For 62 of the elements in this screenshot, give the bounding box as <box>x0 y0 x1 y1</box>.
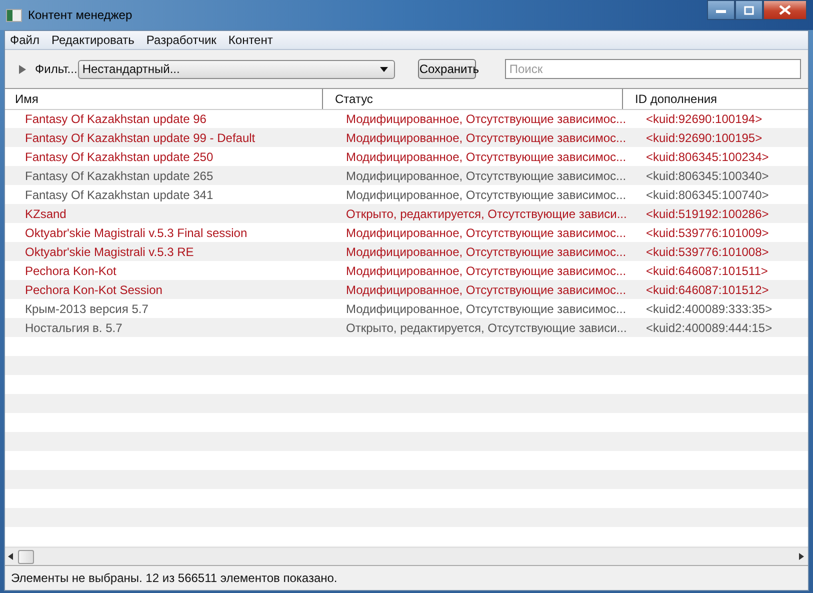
table-cell-text: Модифицированное, Отсутствующие зависимос... <box>345 149 625 166</box>
table-cell-text: KZsand <box>24 206 68 223</box>
horizontal-scrollbar[interactable] <box>5 547 808 565</box>
table-cell-text: Fantasy Of Kazakhstan update 99 - Default <box>24 130 256 147</box>
table-cell-text: Открыто, редактируется, Отсутствующие зависи... <box>345 320 625 337</box>
window-icon <box>6 8 22 22</box>
table-cell-text: Fantasy Of Kazakhstan update 96 <box>24 111 208 128</box>
filter-dropdown[interactable]: Нестандартный... <box>78 60 396 78</box>
minimize-button[interactable] <box>707 0 735 20</box>
scroll-thumb[interactable] <box>18 550 34 564</box>
column-header[interactable]: Статус <box>323 89 623 109</box>
close-button[interactable] <box>763 0 807 20</box>
table-cell-text: Модифицированное, Отсутствующие зависимос... <box>345 187 625 204</box>
table-cell-text: Модифицированное, Отсутствующие зависимос... <box>345 282 625 299</box>
table-cell-text: <kuid2:400089:333:35> <box>645 301 772 318</box>
table-cell-text: Модифицированное, Отсутствующие зависимос... <box>345 244 625 261</box>
table-cell-text: Модифицированное, Отсутствующие зависимос... <box>345 168 625 185</box>
table-cell-text: Модифицированное, Отсутствующие зависимос... <box>345 111 625 128</box>
table-cell-text: <kuid2:400089:444:15> <box>645 320 772 337</box>
scroll-left-icon[interactable] <box>8 553 14 560</box>
menu-item[interactable]: Редактировать <box>46 33 142 47</box>
table-cell-text: <kuid:806345:100234> <box>645 149 769 166</box>
window-title: Контент менеджер <box>28 8 134 22</box>
search-field[interactable]: Поиск <box>505 59 802 79</box>
maximize-icon <box>744 6 754 14</box>
table-cell-text: Модифицированное, Отсутствующие зависимос... <box>345 263 625 280</box>
table-cell-text: Открыто, редактируется, Отсутствующие зависи... <box>345 206 625 223</box>
table-cell-text: <kuid:806345:100740> <box>645 187 769 204</box>
menu-item[interactable]: Разработчик <box>141 33 224 47</box>
maximize-button[interactable] <box>735 0 763 20</box>
table-cell-text: <kuid:646087:101512> <box>645 282 769 299</box>
close-icon <box>779 5 791 15</box>
column-header[interactable]: Имя <box>5 89 323 109</box>
table-cell-text: <kuid:806345:100340> <box>645 168 769 185</box>
status-text: Элементы не выбраны. 12 из 566511 элементов показано. <box>5 565 808 590</box>
table-cell-text: Oktyabr'skie Magistrali v.5.3 Final session <box>24 225 248 242</box>
table-cell-text: <kuid:519192:100286> <box>645 206 769 223</box>
table-cell-text: Крым-2013 версия 5.7 <box>24 301 150 318</box>
caret-icon <box>380 66 388 72</box>
minimize-icon <box>716 7 726 13</box>
save-button[interactable]: Сохранить <box>418 59 476 79</box>
table-cell-text: <kuid:539776:101008> <box>645 244 769 261</box>
table-cell-text: <kuid:92690:100195> <box>645 130 762 147</box>
menu-item[interactable]: Файл <box>5 33 47 47</box>
table-cell-text: Fantasy Of Kazakhstan update 341 <box>24 187 214 204</box>
table-cell-text: Fantasy Of Kazakhstan update 250 <box>24 149 214 166</box>
table-cell-text: Ностальгия в. 5.7 <box>24 320 124 337</box>
filter-label: Фильт... <box>35 62 78 76</box>
table-cell-text: Oktyabr'skie Magistrali v.5.3 RE <box>24 244 195 261</box>
table-cell-text: Fantasy Of Kazakhstan update 265 <box>24 168 214 185</box>
table-cell-text: Модифицированное, Отсутствующие зависимос... <box>345 301 625 318</box>
table-cell-text: Pechora Kon-Kot Session <box>24 282 164 299</box>
table-cell-text: Модифицированное, Отсутствующие зависимос... <box>345 130 625 147</box>
table-cell-text: Pechora Kon-Kot <box>24 263 118 280</box>
column-header[interactable]: ID дополнения <box>623 89 718 109</box>
scroll-right-icon[interactable] <box>799 553 805 560</box>
menu-item[interactable]: Контент <box>223 33 280 47</box>
table-cell-text: Модифицированное, Отсутствующие зависимос... <box>345 225 625 242</box>
table-cell-text: <kuid:539776:101009> <box>645 225 769 242</box>
table-cell-text: <kuid:92690:100194> <box>645 111 762 128</box>
expand-icon[interactable] <box>18 64 27 74</box>
table-cell-text: <kuid:646087:101511> <box>645 263 768 280</box>
